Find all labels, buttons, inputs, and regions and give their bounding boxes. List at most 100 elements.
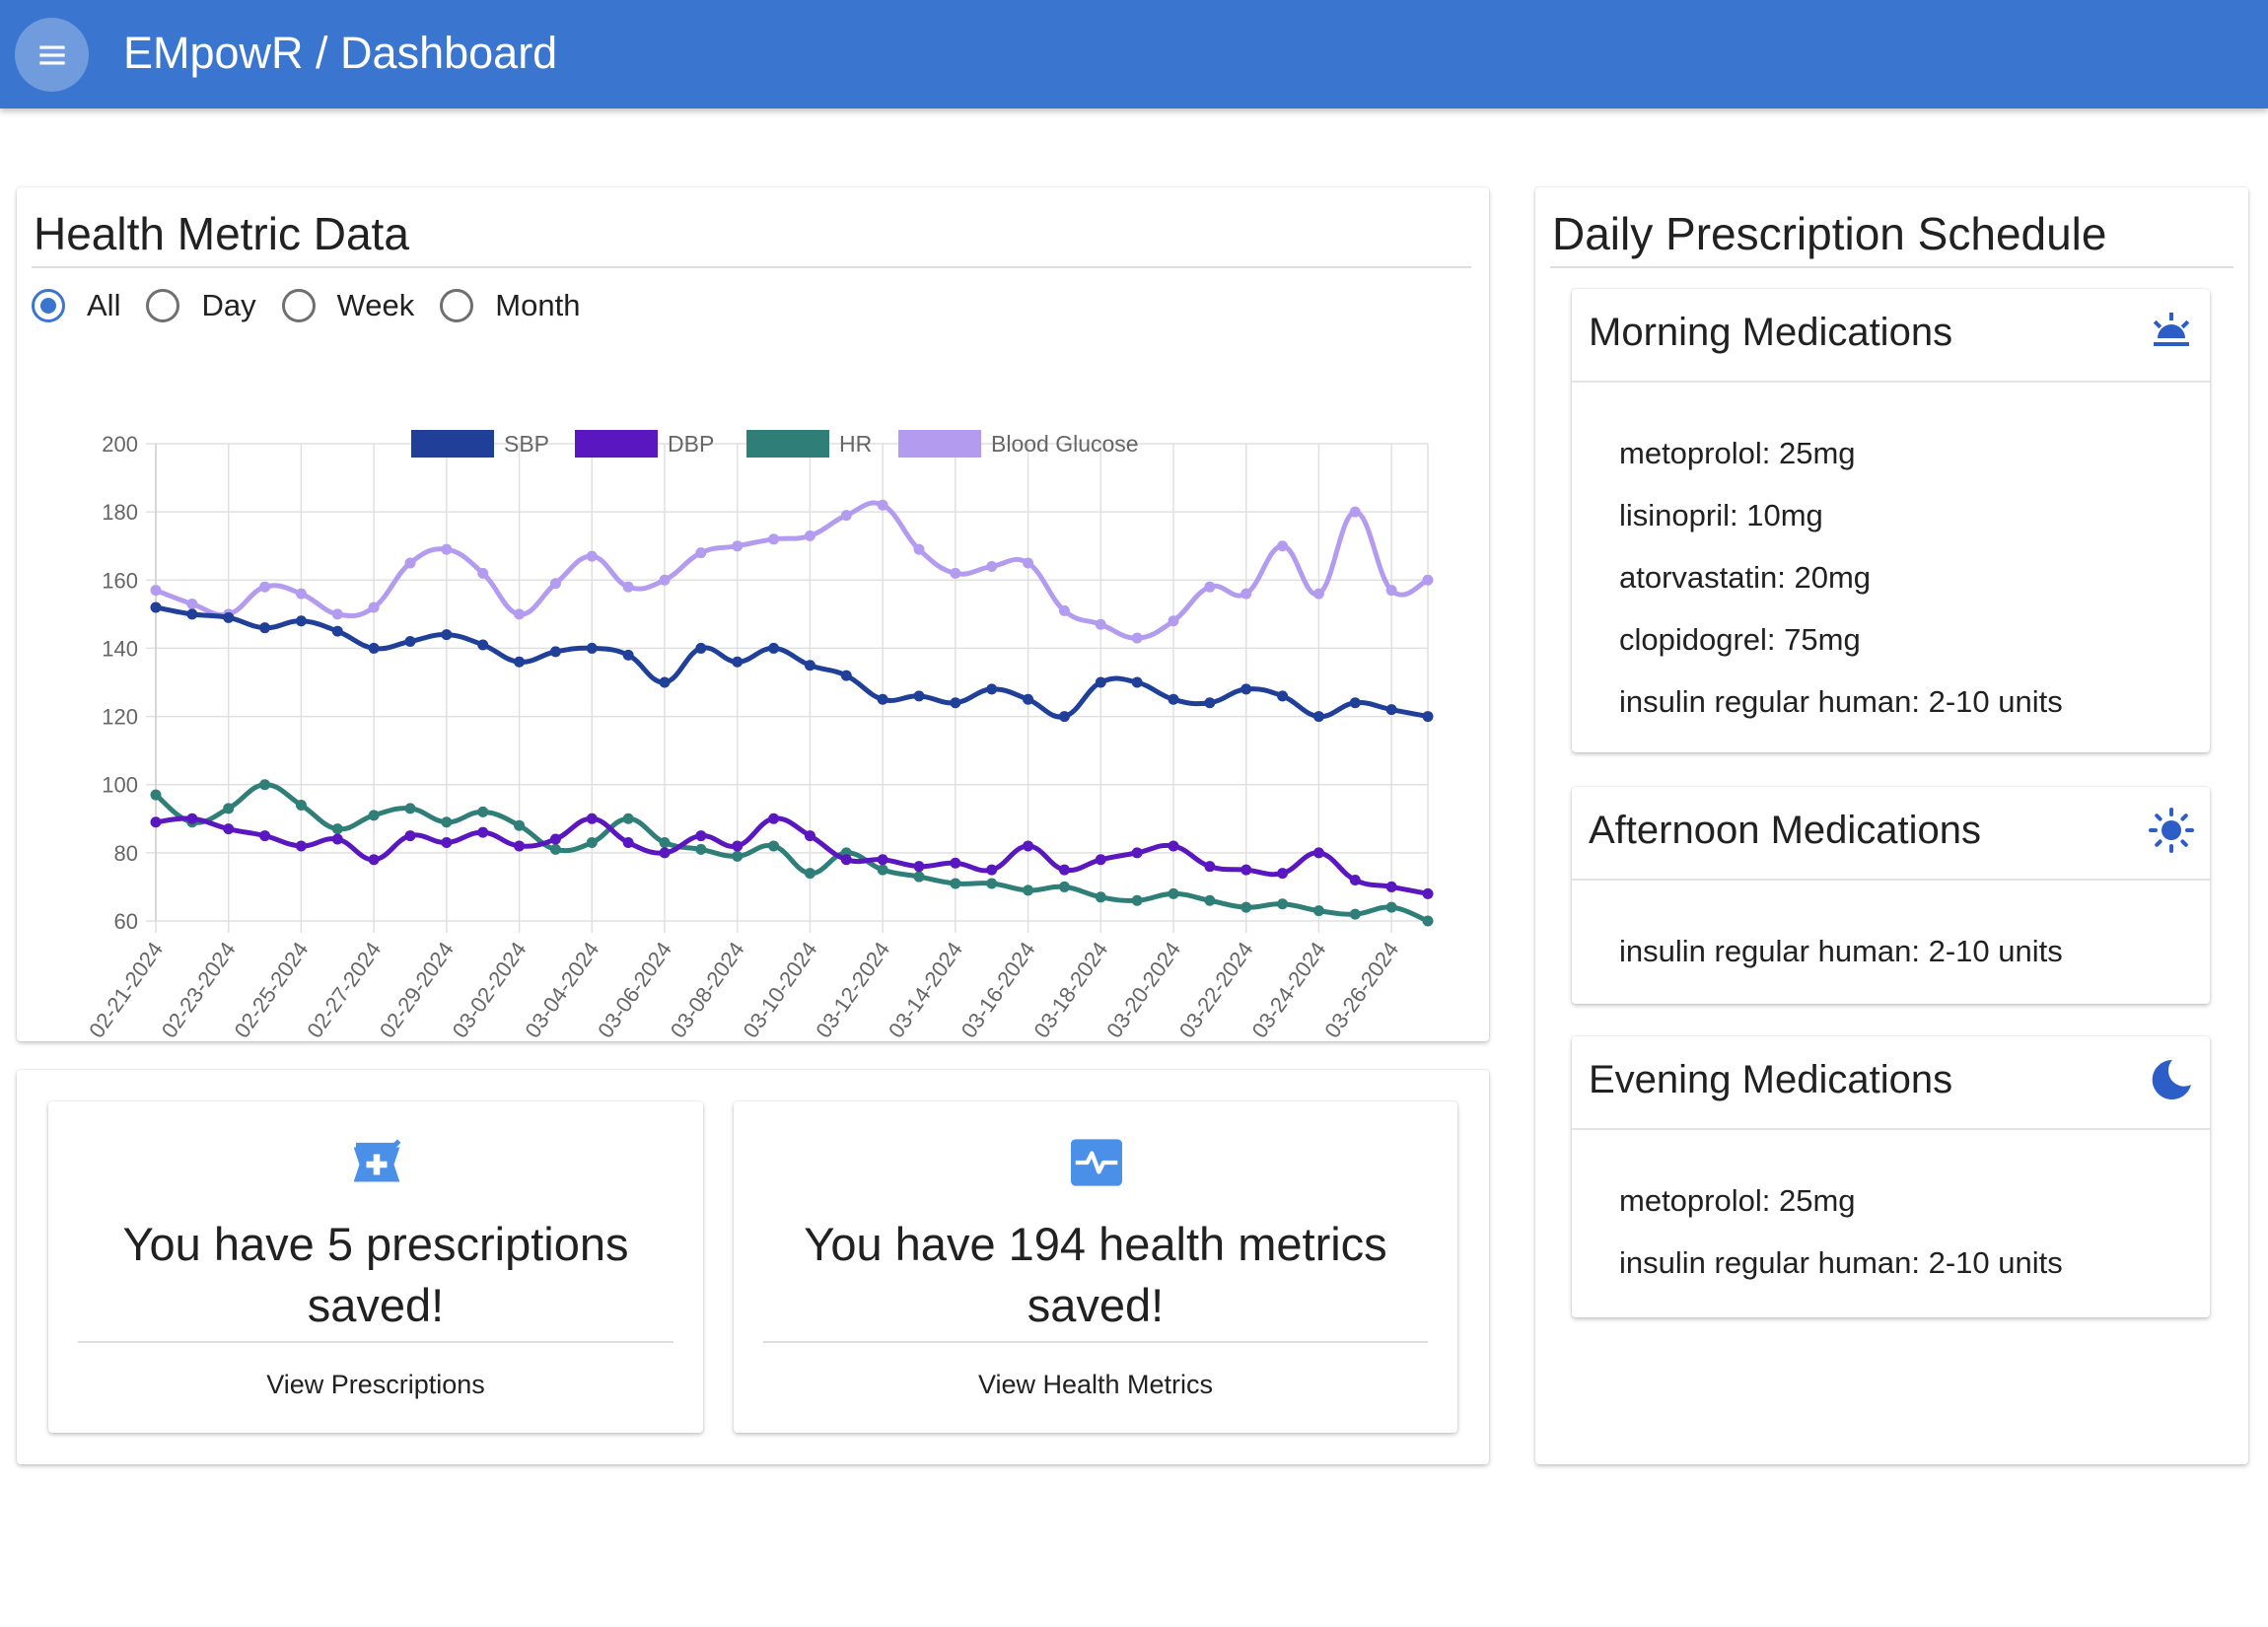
data-point-sbp	[732, 656, 744, 668]
data-point-dbp	[950, 857, 961, 869]
data-point-dbp	[695, 830, 707, 842]
x-tick-label: 03-22-2024	[1174, 938, 1258, 1041]
title-divider	[32, 266, 1471, 268]
data-point-dbp	[331, 833, 343, 845]
data-point-hr	[477, 806, 489, 817]
menu-button[interactable]	[15, 18, 89, 92]
data-point-sbp	[804, 660, 815, 672]
x-tick-label: 03-24-2024	[1246, 938, 1330, 1041]
morning-medication-list: metoprolol: 25mg lisinopril: 10mg atorva…	[1619, 422, 2063, 733]
app-bar: EMpowR / Dashboard	[0, 0, 2268, 108]
data-point-hr	[659, 836, 671, 848]
legend-swatch-hr	[746, 430, 829, 458]
x-tick-label: 03-12-2024	[811, 938, 894, 1041]
data-point-sbp	[549, 646, 561, 658]
data-point-dbp	[768, 813, 780, 824]
data-point-dbp	[477, 826, 489, 838]
y-tick-label: 80	[114, 841, 138, 866]
evening-medications-title: Evening Medications	[1589, 1058, 1953, 1101]
radio-day[interactable]: Day	[146, 288, 256, 323]
data-point-dbp	[1422, 887, 1434, 899]
data-point-sbp	[768, 642, 780, 654]
data-point-hr	[1095, 891, 1106, 903]
x-tick-label: 02-29-2024	[375, 938, 459, 1041]
data-point-hr	[1277, 898, 1289, 910]
afternoon-medications-card: Afternoon Medications insulin regular hu…	[1572, 787, 2210, 1004]
data-point-hr	[223, 803, 235, 814]
data-point-sbp	[1168, 693, 1179, 705]
view-prescriptions-link[interactable]: View Prescriptions	[48, 1370, 703, 1400]
data-point-hr	[877, 864, 888, 876]
sunrise-icon	[2153, 313, 2190, 346]
data-point-sbp	[477, 639, 489, 651]
sun-icon	[2149, 808, 2194, 853]
data-point-dbp	[186, 813, 198, 824]
data-point-sbp	[877, 693, 888, 705]
medication-item: insulin regular human: 2-10 units	[1619, 934, 2063, 968]
x-tick-label: 03-16-2024	[957, 938, 1040, 1041]
radio-button[interactable]	[281, 289, 316, 322]
data-point-blood-glucose	[1058, 604, 1070, 616]
data-point-dbp	[514, 840, 526, 852]
data-point-blood-glucose	[1422, 574, 1434, 586]
x-tick-label: 03-04-2024	[520, 938, 603, 1041]
data-point-blood-glucose	[622, 581, 634, 593]
data-point-dbp	[1277, 868, 1289, 880]
x-tick-label: 03-06-2024	[593, 938, 676, 1041]
data-point-hr	[1204, 894, 1216, 906]
data-point-dbp	[1312, 847, 1324, 859]
radio-week[interactable]: Week	[281, 288, 414, 323]
data-point-blood-glucose	[1023, 557, 1034, 569]
afternoon-medications-title: Afternoon Medications	[1589, 809, 1982, 852]
data-point-sbp	[1240, 683, 1252, 695]
radio-button[interactable]	[440, 289, 474, 322]
data-point-blood-glucose	[1095, 618, 1106, 630]
data-point-hr	[1349, 908, 1361, 920]
data-point-hr	[950, 878, 961, 889]
legend-label-sbp: SBP	[504, 431, 549, 457]
radio-button[interactable]	[146, 289, 180, 322]
data-point-dbp	[1131, 847, 1143, 859]
medication-item: insulin regular human: 2-10 units	[1619, 684, 2063, 719]
x-tick-label: 03-08-2024	[666, 938, 749, 1041]
radio-button[interactable]	[32, 289, 65, 322]
radio-label: All	[87, 288, 121, 322]
x-tick-label: 03-02-2024	[448, 938, 532, 1041]
data-point-sbp	[1095, 676, 1106, 688]
moon-icon	[2152, 1059, 2191, 1099]
menu-icon	[38, 45, 65, 64]
data-point-dbp	[986, 864, 998, 876]
legend-label-dbp: DBP	[668, 431, 714, 457]
data-point-blood-glucose	[1240, 588, 1252, 600]
medication-item: lisinopril: 10mg	[1619, 498, 1823, 532]
data-point-sbp	[840, 670, 852, 681]
data-point-hr	[404, 803, 416, 814]
data-point-sbp	[950, 697, 961, 709]
health-metric-title: Health Metric Data	[34, 208, 409, 259]
time-range-filter: All Day Week Month	[32, 284, 605, 327]
data-point-sbp	[1422, 711, 1434, 723]
data-point-blood-glucose	[804, 530, 815, 541]
data-point-hr	[986, 878, 998, 889]
view-health-metrics-link[interactable]: View Health Metrics	[734, 1370, 1457, 1400]
data-point-dbp	[259, 830, 271, 842]
radio-label: Day	[201, 288, 256, 322]
x-tick-label: 02-23-2024	[157, 938, 241, 1041]
data-point-sbp	[404, 636, 416, 648]
morning-medications-card: Morning Medications metoprolol: 25mg lis…	[1572, 289, 2210, 752]
data-point-hr	[368, 810, 380, 821]
data-point-blood-glucose	[477, 567, 489, 579]
health-metric-card: Health Metric Data All Day Week Month 60…	[17, 187, 1489, 1041]
divider	[1572, 381, 2210, 383]
data-point-hr	[1023, 884, 1034, 896]
x-tick-label: 02-21-2024	[84, 938, 168, 1041]
title-divider	[1550, 266, 2233, 268]
data-point-hr	[1385, 901, 1397, 913]
prescriptions-summary-card: You have 5 prescriptions saved! View Pre…	[48, 1101, 703, 1433]
data-point-sbp	[622, 649, 634, 661]
data-point-sbp	[368, 642, 380, 654]
radio-all[interactable]: All	[32, 288, 120, 323]
legend-swatch-sbp	[411, 430, 494, 458]
x-tick-label: 03-18-2024	[1028, 938, 1112, 1041]
radio-month[interactable]: Month	[440, 288, 580, 323]
